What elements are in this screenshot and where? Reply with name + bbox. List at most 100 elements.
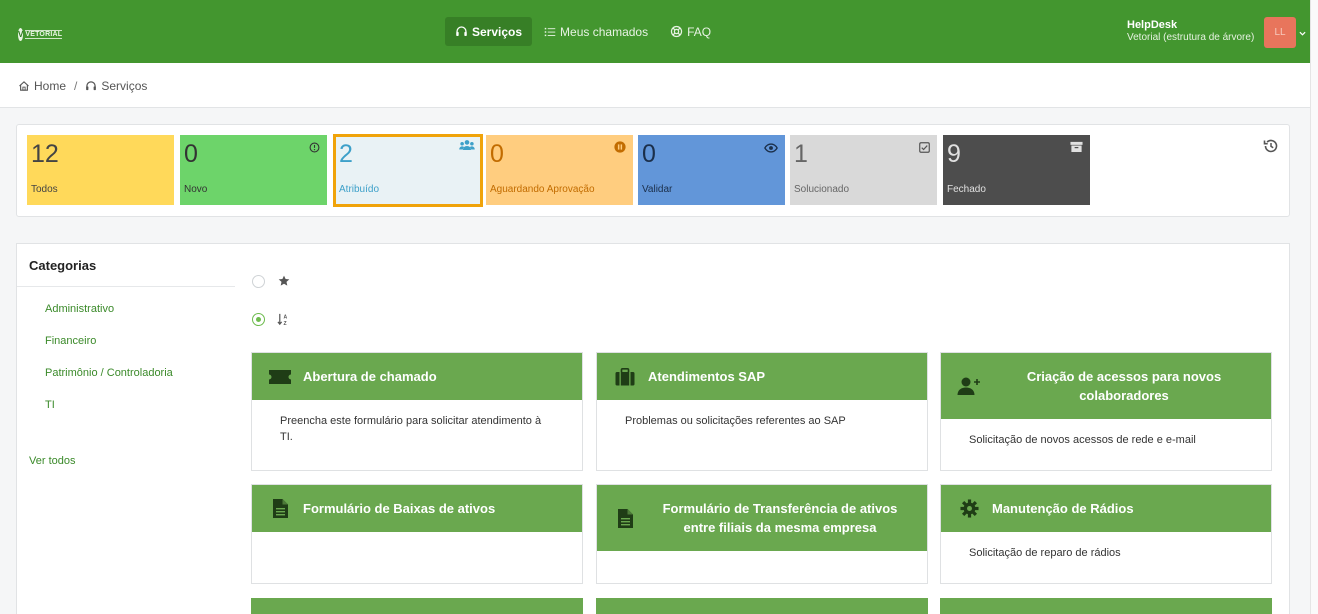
ticket-icon: [267, 369, 293, 384]
card-title: Abertura de chamado: [303, 369, 437, 384]
company-logo[interactable]: V VETORIAL: [18, 26, 63, 42]
breadcrumb-home[interactable]: Home: [34, 79, 66, 93]
lifebuoy-icon: [670, 25, 683, 38]
checkbox-icon: [919, 140, 930, 158]
card-title: Criação de acessos para novos colaborado…: [1026, 369, 1222, 403]
nav-meus-chamados[interactable]: Meus chamados: [534, 17, 658, 46]
sort-alpha-radio[interactable]: [252, 313, 265, 326]
card-header: Formulário de Transferência de ativos en…: [597, 485, 927, 551]
star-icon: [278, 274, 290, 292]
nav-faq[interactable]: FAQ: [660, 17, 721, 46]
tile-label: Validar: [642, 184, 673, 195]
nav-label: Meus chamados: [560, 24, 649, 39]
card-description: [252, 532, 582, 558]
card-title: Manutenção de Rádios: [992, 501, 1134, 516]
tile-fechado[interactable]: 9 Fechado: [943, 135, 1090, 205]
tile-novo[interactable]: 0 Novo: [180, 135, 327, 205]
card-header: [596, 598, 928, 614]
headset-icon: [455, 25, 468, 38]
archive-icon: [1070, 140, 1083, 158]
breadcrumb-bar: Home / Serviços: [0, 63, 1310, 108]
tile-validar[interactable]: 0 Validar: [638, 135, 785, 205]
service-card-criacao-de-acessos[interactable]: Criação de acessos para novos colaborado…: [940, 352, 1272, 471]
tile-count: 0: [490, 140, 504, 168]
nav-servicos[interactable]: Serviços: [445, 17, 533, 46]
chevron-down-icon[interactable]: [1299, 28, 1306, 38]
avatar[interactable]: LL: [1264, 17, 1296, 48]
card-title: Formulário de Baixas de ativos: [303, 501, 496, 516]
see-all-link[interactable]: Ver todos: [29, 455, 75, 467]
svg-text:Z: Z: [284, 321, 287, 326]
nav-label: Serviços: [472, 24, 523, 39]
category-administrativo[interactable]: Administrativo: [45, 303, 114, 315]
tile-aguardando-aprovacao[interactable]: 0 Aguardando Aprovação: [486, 135, 633, 205]
categories-sidebar: Categorias Administrativo Financeiro Pat…: [16, 243, 236, 614]
tile-label: Solucionado: [794, 184, 850, 195]
card-header: [940, 598, 1272, 614]
logo-wordmark: VETORIAL: [25, 29, 63, 39]
tile-label: Fechado: [947, 184, 986, 195]
tile-label: Atribuído: [339, 184, 380, 195]
card-header: Atendimentos SAP: [597, 353, 927, 400]
eye-icon: [764, 140, 778, 158]
document-icon: [267, 499, 293, 518]
categories-title: Categorias: [17, 244, 235, 287]
service-card-atendimentos-sap[interactable]: Atendimentos SAP Problemas ou solicitaçõ…: [596, 352, 928, 471]
briefcase-icon: [612, 367, 638, 386]
breadcrumb-separator: /: [74, 79, 78, 93]
users-icon: [459, 139, 475, 157]
list-icon: [544, 26, 556, 38]
card-description: [597, 551, 927, 577]
category-patrimonio-controladoria[interactable]: Patrimônio / Controladoria: [45, 367, 173, 379]
user-entity: Vetorial (estrutura de árvore): [1127, 32, 1255, 43]
card-description: Preencha este formulário para solicitar …: [280, 415, 542, 443]
service-card-transferencia-de-ativos[interactable]: Formulário de Transferência de ativos en…: [596, 484, 928, 584]
favorites-radio[interactable]: [252, 275, 265, 288]
service-card-manutencao-de-radios[interactable]: Manutenção de Rádios Solicitação de repa…: [940, 484, 1272, 584]
breadcrumb-current[interactable]: Serviços: [101, 79, 147, 93]
service-card-partial[interactable]: [251, 598, 583, 614]
user-plus-icon: [956, 376, 982, 396]
sort-alpha-icon: AZ: [277, 313, 290, 331]
tile-todos[interactable]: 12 Todos: [27, 135, 174, 205]
clock-circle-icon: [309, 140, 320, 158]
service-card-abertura-de-chamado[interactable]: Abertura de chamado Preencha este formul…: [251, 352, 583, 471]
service-card-partial[interactable]: [596, 598, 928, 614]
nav-label: FAQ: [687, 24, 712, 39]
tile-count: 2: [339, 140, 353, 168]
category-ti[interactable]: TI: [45, 399, 55, 411]
user-info[interactable]: HelpDesk Vetorial (estrutura de árvore): [1127, 19, 1258, 43]
service-card-baixas-de-ativos[interactable]: Formulário de Baixas de ativos: [251, 484, 583, 584]
user-name: HelpDesk: [1127, 19, 1178, 31]
breadcrumb: Home / Serviços: [18, 79, 147, 93]
document-icon: [612, 508, 638, 528]
logo-mark-icon: V: [18, 27, 24, 41]
svg-text:A: A: [284, 315, 288, 321]
headset-icon: [85, 80, 97, 92]
card-title: Formulário de Transferência de ativos en…: [662, 501, 898, 535]
card-header: Formulário de Baixas de ativos: [252, 485, 582, 532]
tile-count: 1: [794, 140, 808, 168]
tile-count: 0: [184, 140, 198, 168]
category-financeiro[interactable]: Financeiro: [45, 335, 96, 347]
ticket-status-summary: 12 Todos 0 Novo 2 Atribuído 0 Aguardando…: [16, 124, 1290, 217]
service-card-partial[interactable]: [940, 598, 1272, 614]
page-scrollbar[interactable]: [1310, 0, 1318, 614]
tile-count: 0: [642, 140, 656, 168]
tile-solucionado[interactable]: 1 Solucionado: [790, 135, 937, 205]
card-title: Atendimentos SAP: [648, 369, 766, 384]
card-description: Problemas ou solicitações referentes ao …: [625, 415, 846, 427]
card-header: Criação de acessos para novos colaborado…: [941, 353, 1271, 419]
tile-atribuido[interactable]: 2 Atribuído: [333, 134, 483, 207]
history-icon[interactable]: [1263, 138, 1279, 159]
card-header: Abertura de chamado: [252, 353, 582, 400]
card-header: Manutenção de Rádios: [941, 485, 1271, 532]
card-description: Solicitação de novos acessos de rede e e…: [969, 434, 1196, 446]
gear-icon: [956, 499, 982, 518]
home-icon: [18, 80, 30, 92]
tile-label: Novo: [184, 184, 208, 195]
tile-count: 12: [31, 140, 59, 168]
service-catalog: AZ Abertura de chamado Preencha este for…: [235, 243, 1290, 614]
tile-label: Aguardando Aprovação: [490, 184, 595, 195]
card-header: [251, 598, 583, 614]
